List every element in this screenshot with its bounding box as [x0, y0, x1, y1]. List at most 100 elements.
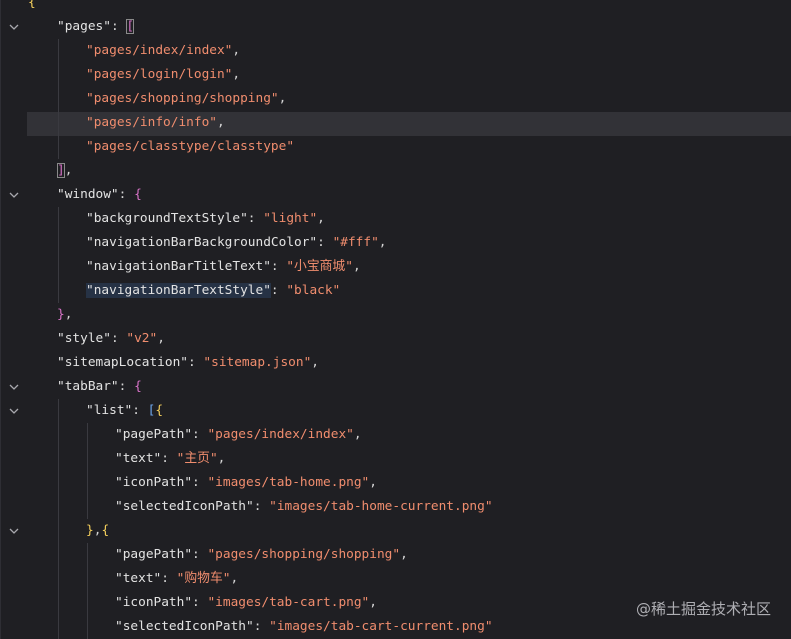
token-pun: :	[118, 379, 135, 394]
token-bracket-pink: [	[126, 19, 135, 34]
watermark: @稀土掘金技术社区	[635, 600, 771, 618]
code-line-text: ],	[57, 159, 72, 183]
code-line-text: "navigationBarBackgroundColor": "#fff",	[86, 231, 387, 255]
token-pun: :	[247, 211, 264, 226]
code-line[interactable]: "pages/classtype/classtype"	[0, 135, 791, 159]
token-str: "sitemap.json"	[203, 355, 312, 370]
token-key: "navigationBarTitleText"	[86, 259, 271, 274]
token-pun: :	[192, 475, 208, 490]
token-key: "tabBar"	[57, 379, 119, 394]
token-pun: ,	[353, 427, 362, 442]
token-str: "images/tab-cart.png"	[207, 595, 370, 610]
token-str: "pages/login/login"	[86, 67, 233, 82]
code-line[interactable]: "pages/info/info",	[0, 111, 791, 135]
code-line[interactable]: "pages/login/login",	[0, 63, 791, 87]
token-key: "text"	[115, 571, 162, 586]
token-key: "navigationBarBackgroundColor"	[86, 235, 318, 250]
token-pun: ,	[311, 355, 319, 370]
code-line-text: "text": "主页",	[115, 447, 225, 471]
token-pun: :	[253, 499, 270, 514]
chevron-down-icon[interactable]	[6, 519, 22, 543]
chevron-down-icon[interactable]	[6, 183, 22, 207]
token-pun: ,	[64, 307, 73, 322]
code-line-text: "pages/index/index",	[86, 39, 240, 63]
code-line[interactable]: {	[0, 0, 791, 15]
code-line[interactable]: "list": [{	[0, 399, 791, 423]
code-line-text: "navigationBarTextStyle": "black"	[86, 279, 340, 303]
token-pun: ,	[400, 547, 408, 562]
token-key: "list"	[86, 403, 133, 418]
token-key: "iconPath"	[115, 595, 193, 610]
code-line[interactable]: "pages": [	[0, 15, 791, 39]
code-line[interactable]: "text": "主页",	[0, 447, 791, 471]
code-editor[interactable]: {"pages": ["pages/index/index", "pages/lo…	[0, 0, 791, 639]
token-brace: }	[86, 523, 94, 538]
code-line[interactable]: "navigationBarBackgroundColor": "#fff",	[0, 231, 791, 255]
code-line[interactable]: "selectedIconPath": "images/tab-home-cur…	[0, 495, 791, 519]
token-pun: ,	[232, 67, 241, 82]
token-pun: ,	[217, 451, 226, 466]
code-line[interactable]: "pages/shopping/shopping",	[0, 87, 791, 111]
chevron-down-icon[interactable]	[6, 375, 22, 399]
code-line-text: },	[57, 303, 72, 327]
code-line[interactable]: "style": "v2",	[0, 327, 791, 351]
token-pun: ,	[317, 211, 325, 226]
code-line[interactable]: "tabBar": {	[0, 375, 791, 399]
code-line-text: "iconPath": "images/tab-home.png",	[115, 471, 377, 495]
token-pun: :	[118, 187, 135, 202]
code-line-text: "pages/classtype/classtype"	[86, 135, 294, 159]
token-bracket-pink: }	[57, 307, 65, 322]
token-brace: {	[155, 403, 164, 418]
code-line-text: "pages/login/login",	[86, 63, 240, 87]
token-pun: :	[110, 19, 127, 34]
token-str: "pages/info/info"	[86, 115, 217, 130]
token-bracket-pink: {	[134, 187, 142, 202]
token-pun: ,	[278, 91, 287, 106]
code-line[interactable]: "iconPath": "images/tab-home.png",	[0, 471, 791, 495]
token-str: "images/tab-cart-current.png"	[269, 619, 493, 634]
code-line-text: "iconPath": "images/tab-cart.png",	[115, 591, 377, 615]
chevron-down-icon[interactable]	[6, 399, 22, 423]
token-pun: :	[161, 451, 177, 466]
code-line[interactable]: "pagePath": "pages/index/index",	[0, 423, 791, 447]
code-line[interactable]: "backgroundTextStyle": "light",	[0, 207, 791, 231]
token-str: "images/tab-home.png"	[207, 475, 370, 490]
token-key: "selectedIconPath"	[115, 499, 254, 514]
token-pun: ,	[230, 571, 239, 586]
code-line-text: "navigationBarTitleText": "小宝商城",	[86, 255, 361, 279]
code-line[interactable]: "window": {	[0, 183, 791, 207]
code-line[interactable]: },{	[0, 519, 791, 543]
token-key: "navigationBarTextStyle"	[86, 283, 271, 298]
token-pun: ,	[216, 115, 225, 130]
code-line[interactable]: ],	[0, 159, 791, 183]
token-key: "pagePath"	[115, 427, 193, 442]
token-bracket-pink: {	[134, 379, 142, 394]
code-line[interactable]: "pagePath": "pages/shopping/shopping",	[0, 543, 791, 567]
token-pun: ,	[232, 43, 241, 58]
chevron-down-icon[interactable]	[6, 15, 22, 39]
code-line[interactable]: "sitemapLocation": "sitemap.json",	[0, 351, 791, 375]
token-pun: ,	[378, 235, 387, 250]
token-pun: :	[161, 571, 177, 586]
code-line[interactable]: "text": "购物车",	[0, 567, 791, 591]
code-line[interactable]: "navigationBarTextStyle": "black"	[0, 279, 791, 303]
token-pun: :	[132, 403, 148, 418]
token-str: "pages/classtype/classtype"	[86, 139, 295, 154]
token-pun: :	[270, 259, 287, 274]
token-key: "backgroundTextStyle"	[86, 211, 248, 226]
token-str: "#fff"	[332, 235, 379, 250]
token-pun: :	[192, 547, 208, 562]
code-line-text: "style": "v2",	[57, 327, 165, 351]
token-str: "light"	[263, 211, 318, 226]
token-pun: ,	[352, 259, 361, 274]
token-pun: :	[270, 283, 287, 298]
code-line[interactable]: "pages/index/index",	[0, 39, 791, 63]
code-line[interactable]: },	[0, 303, 791, 327]
code-line-text: },{	[86, 519, 109, 543]
token-key: "iconPath"	[115, 475, 193, 490]
token-str: "pages/index/index"	[86, 43, 233, 58]
code-line[interactable]: "navigationBarTitleText": "小宝商城",	[0, 255, 791, 279]
token-str: "images/tab-home-current.png"	[269, 499, 493, 514]
code-line-text: "list": [{	[86, 399, 163, 423]
code-line-text: "selectedIconPath": "images/tab-cart-cur…	[115, 615, 493, 639]
